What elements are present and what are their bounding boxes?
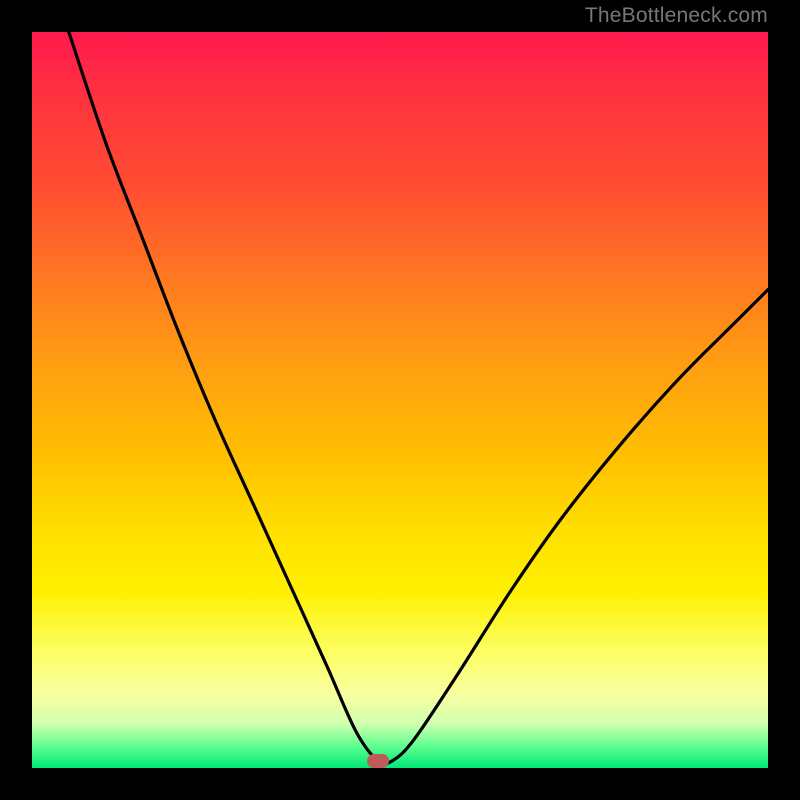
chart-frame: TheBottleneck.com (0, 0, 800, 800)
plot-area (32, 32, 768, 768)
bottleneck-curve (32, 32, 768, 768)
optimal-point-marker (367, 754, 389, 768)
watermark-text: TheBottleneck.com (585, 4, 768, 28)
